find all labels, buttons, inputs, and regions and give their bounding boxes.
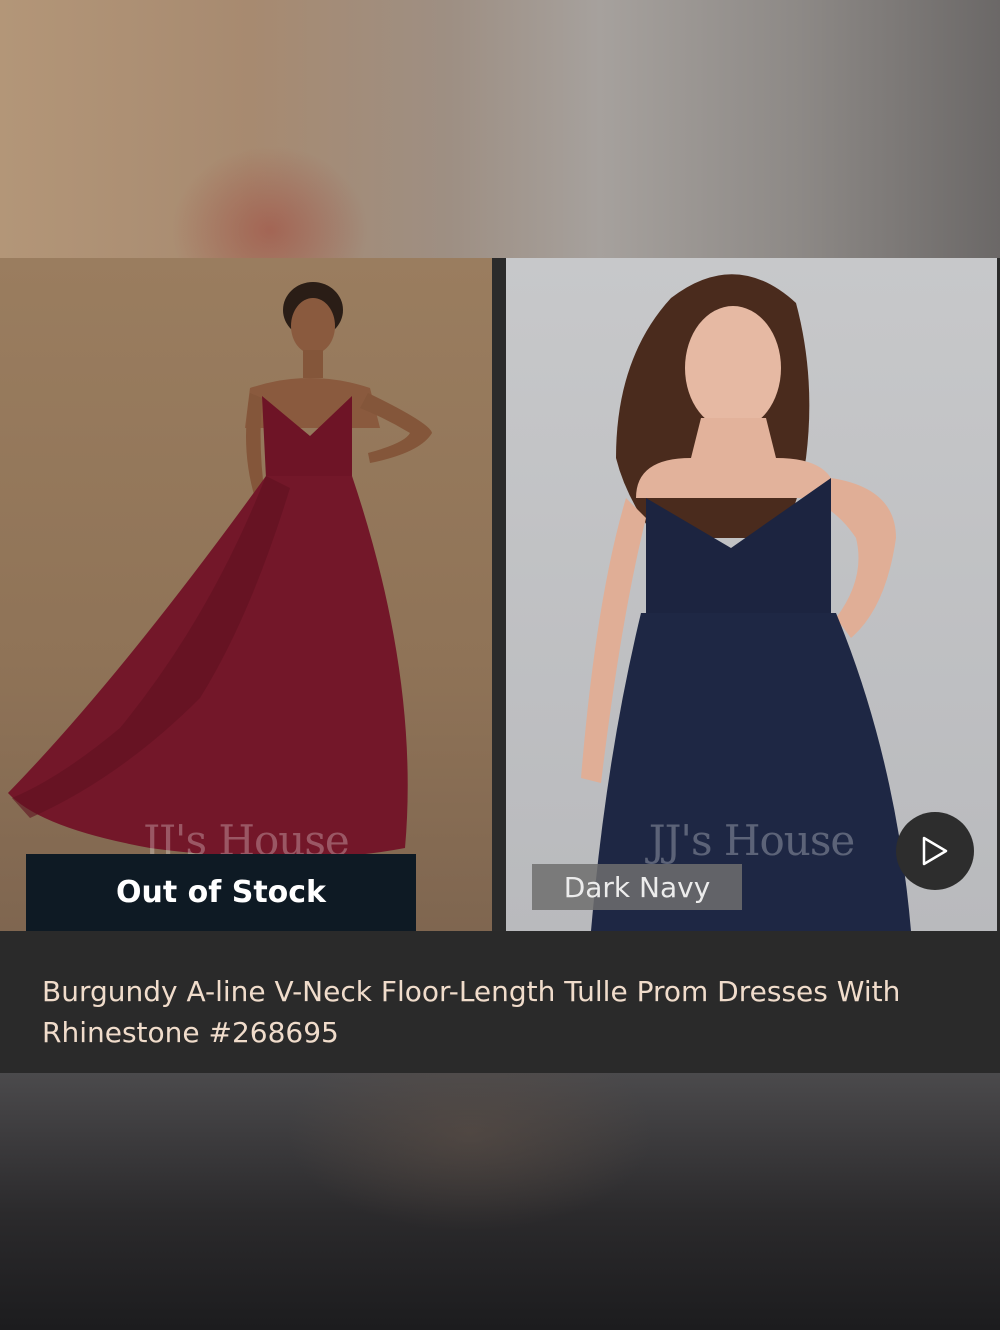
blurred-backdrop-top (0, 0, 1000, 258)
play-icon (922, 836, 948, 866)
product-image-burgundy[interactable]: JJ's House Out of Stock (0, 258, 492, 931)
out-of-stock-badge: Out of Stock (26, 854, 416, 931)
play-video-button[interactable] (896, 812, 974, 890)
blurred-backdrop-bottom (0, 1073, 1000, 1330)
color-label: Dark Navy (532, 864, 742, 910)
product-info-bar: Burgundy A-line V-Neck Floor-Length Tull… (0, 931, 1000, 1073)
product-title: Burgundy A-line V-Neck Floor-Length Tull… (42, 975, 901, 1049)
